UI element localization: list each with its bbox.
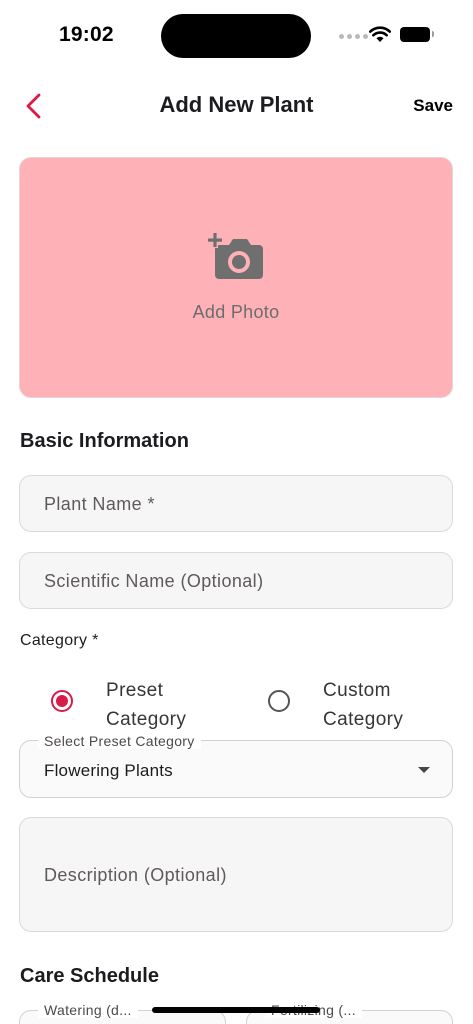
status-time: 19:02 — [59, 23, 114, 46]
app-bar: Add New Plant Save — [0, 78, 473, 134]
custom-category-radio[interactable]: Custom Category — [267, 676, 447, 732]
plant-name-placeholder: Plant Name * — [44, 494, 155, 514]
preset-category-radio[interactable]: Preset Category — [50, 676, 230, 732]
preset-category-dropdown[interactable]: Select Preset Category Flowering Plants — [19, 733, 453, 798]
radio-checked-icon — [51, 690, 73, 712]
status-bar: 19:02 — [0, 0, 473, 72]
description-placeholder: Description (Optional) — [44, 865, 227, 885]
home-indicator — [152, 1007, 320, 1013]
watering-frequency-label: Watering (d... — [38, 1002, 138, 1018]
add-photo-button[interactable]: Add Photo — [19, 157, 453, 398]
scientific-name-placeholder: Scientific Name (Optional) — [44, 571, 264, 591]
preset-category-dropdown-label: Select Preset Category — [38, 733, 201, 749]
radio-unchecked-icon — [268, 690, 290, 712]
cellular-signal-icon — [339, 34, 368, 39]
page-title: Add New Plant — [159, 92, 314, 117]
save-button[interactable]: Save — [413, 96, 453, 116]
add-photo-label: Add Photo — [192, 302, 280, 322]
description-field[interactable]: Description (Optional) — [19, 817, 453, 932]
category-label: Category * — [20, 632, 99, 649]
preset-category-dropdown-value: Flowering Plants — [44, 761, 173, 780]
preset-category-label: Preset Category — [106, 680, 187, 730]
dropdown-arrow-icon — [418, 767, 430, 773]
scientific-name-field[interactable]: Scientific Name (Optional) — [19, 552, 453, 609]
dynamic-island — [161, 14, 311, 58]
custom-category-label: Custom Category — [323, 680, 404, 730]
plant-name-field[interactable]: Plant Name * — [19, 475, 453, 532]
basic-information-heading: Basic Information — [20, 430, 189, 452]
wifi-icon — [369, 26, 391, 42]
care-schedule-heading: Care Schedule — [20, 965, 159, 987]
battery-icon — [400, 27, 434, 42]
add-photo-icon — [207, 232, 263, 279]
